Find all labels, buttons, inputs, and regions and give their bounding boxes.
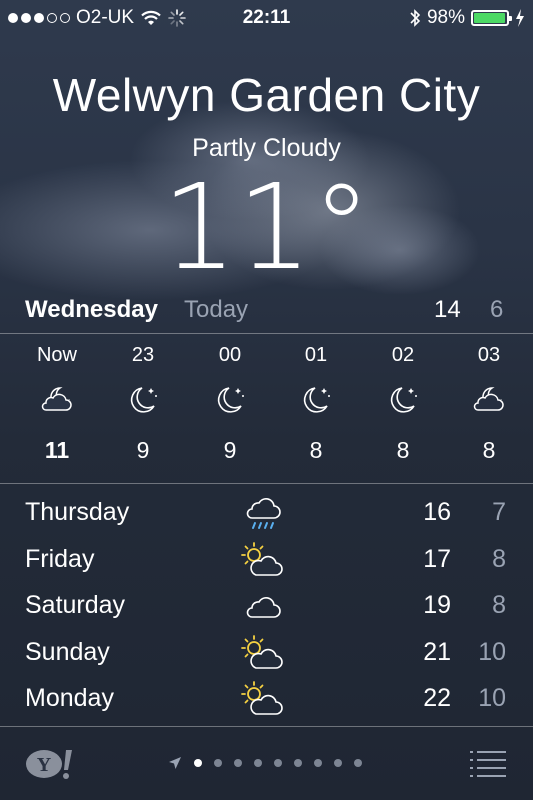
hour-icon-wrap [108,370,178,430]
today-summary: Wednesday Today 14 6 [0,292,533,332]
moon-stars-icon [390,387,417,413]
battery-icon [471,10,512,26]
list-item: Saturday 19 8 [0,585,533,632]
page-dot [314,759,322,767]
forecast-low: 10 [478,637,506,666]
divider [0,483,533,484]
city-name: Welwyn Garden City [52,69,481,121]
hour-item: 00 9 [195,340,265,470]
hour-temp: 8 [482,437,496,463]
forecast-low: 7 [492,498,506,526]
page-dot [234,759,242,767]
daily-forecast[interactable]: Thursday 16 7 Friday 17 8 Saturday 19 8 … [0,492,533,725]
page-dot [214,759,222,767]
list-item: Friday 17 8 [0,539,533,586]
hour-time: 00 [218,344,242,366]
partly-sunny-icon [241,541,283,576]
today-day: Wednesday [25,296,158,323]
svg-text:Y: Y [37,754,52,776]
partly-sunny-icon [241,634,283,669]
hour-time: 01 [304,344,328,366]
moon-stars-icon [303,387,330,413]
hour-time: 03 [477,344,501,366]
forecast-low: 10 [478,684,506,712]
today-high: 14 [434,296,461,323]
status-bar: O2-UK 22:11 98% [0,0,533,36]
battery-percent: 98% [426,7,465,28]
hour-item: 23 9 [108,340,178,470]
list-icon[interactable] [468,748,508,778]
current-temperature: 11° [161,158,372,296]
partly-sunny-icon [241,681,283,715]
forecast-high: 17 [423,544,451,573]
hour-icon-wrap [22,370,92,430]
page-dot [254,759,262,767]
forecast-day: Monday [25,684,114,712]
hour-item: 03 8 [454,340,524,470]
forecast-low: 8 [492,544,506,573]
hour-icon-wrap [454,370,524,430]
divider [0,726,533,727]
forecast-day: Sunday [25,637,110,666]
hourly-forecast[interactable]: Now 11 23 9 00 9 01 8 02 8 03 8 [0,340,533,480]
partly-cloudy-night-icon [41,387,72,411]
battery-fill [474,13,506,23]
forecast-high: 16 [423,498,451,526]
forecast-high: 22 [423,684,451,712]
moon-stars-icon [130,387,157,413]
hour-time: 02 [391,344,415,366]
forecast-day: Saturday [25,591,126,619]
page-dot [354,759,362,767]
page-dot [194,759,202,767]
hour-item: Now 11 [22,340,92,470]
bluetooth-icon [410,9,421,27]
forecast-high: 19 [423,591,451,619]
charging-bolt-icon [516,9,524,27]
hour-temp: 8 [309,437,323,463]
hour-icon-wrap [195,370,265,430]
forecast-high: 21 [423,637,451,666]
page-dot [294,759,302,767]
cloud-icon [246,597,281,618]
hour-temp: 9 [136,437,150,463]
bottom-toolbar: Y [0,728,533,800]
hour-icon-wrap [281,370,351,430]
page-indicator[interactable] [168,756,362,770]
page-dot [274,759,282,767]
status-right: 98% [409,7,525,29]
hour-temp: 11 [44,437,70,463]
moon-stars-icon [217,387,244,413]
hour-temp: 8 [396,437,410,463]
location-arrow-icon [169,757,181,769]
partly-cloudy-night-icon [473,387,504,411]
forecast-low: 8 [492,591,506,619]
divider [0,333,533,334]
today-label: Today [184,296,249,323]
page-dot [334,759,342,767]
yahoo-logo-icon[interactable]: Y [24,746,76,782]
list-item: Thursday 16 7 [0,492,533,539]
hour-time: Now [36,344,77,366]
today-low: 6 [490,296,504,323]
forecast-day: Thursday [25,498,130,526]
hour-item: 02 8 [368,340,438,470]
hour-temp: 9 [223,437,237,463]
rain-cloud-icon [246,498,281,529]
list-item: Sunday 21 10 [0,632,533,679]
hour-icon-wrap [368,370,438,430]
hour-item: 01 8 [281,340,351,470]
forecast-day: Friday [25,544,95,573]
list-item: Monday 22 10 [0,678,533,725]
hour-time: 23 [131,344,155,366]
